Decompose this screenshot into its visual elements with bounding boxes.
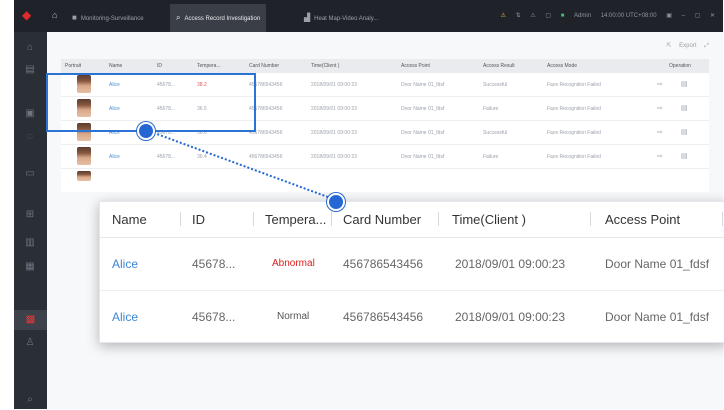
- zoom-row-temperature: Abnormal: [272, 258, 315, 269]
- zoom-row-card-number: 456786543456: [343, 257, 424, 271]
- zoom-header-name: Name: [112, 212, 147, 227]
- column-separator: [253, 212, 254, 226]
- column-separator: [331, 212, 332, 226]
- zoom-row-time: 2018/09/01 09:00:23: [455, 310, 566, 324]
- zoom-row-name[interactable]: Alice: [112, 257, 138, 271]
- zoom-row-temperature: Normal: [277, 311, 310, 322]
- zoom-row-access-point: Door Name 01_fdsf: [605, 257, 710, 271]
- column-separator: [722, 212, 723, 226]
- connector-line: [145, 129, 337, 201]
- zoom-header: Name ID Tempera... Card Number Time(Clie…: [100, 202, 724, 238]
- zoom-row[interactable]: Alice 45678... Abnormal 456786543456 201…: [100, 238, 724, 291]
- zoom-header-time: Time(Client ): [452, 212, 526, 227]
- zoom-row-id: 45678...: [192, 257, 236, 271]
- zoom-row-card-number: 456786543456: [343, 310, 424, 324]
- zoom-row-access-point: Door Name 01_fdsf: [605, 310, 710, 324]
- app-window: ◆ ⌂ ■ Monitoring-Surveillance ⌕ Access Rec…: [14, 0, 724, 409]
- callout-start-dot: [137, 122, 155, 140]
- column-separator: [438, 212, 439, 226]
- zoom-header-id: ID: [192, 212, 205, 227]
- zoom-header-access-point: Access Point: [605, 212, 681, 227]
- column-separator: [180, 212, 181, 226]
- callout-end-dot: [327, 193, 345, 211]
- zoomed-table-panel: Name ID Tempera... Card Number Time(Clie…: [99, 201, 724, 343]
- column-separator: [590, 212, 591, 226]
- zoom-header-card-number: Card Number: [343, 212, 422, 227]
- zoom-header-temperature: Tempera...: [265, 212, 327, 227]
- zoom-row[interactable]: Alice 45678... Normal 456786543456 2018/…: [100, 291, 724, 343]
- zoom-row-time: 2018/09/01 09:00:23: [455, 257, 566, 271]
- zoom-row-id: 45678...: [192, 310, 236, 324]
- zoom-row-name[interactable]: Alice: [112, 310, 138, 324]
